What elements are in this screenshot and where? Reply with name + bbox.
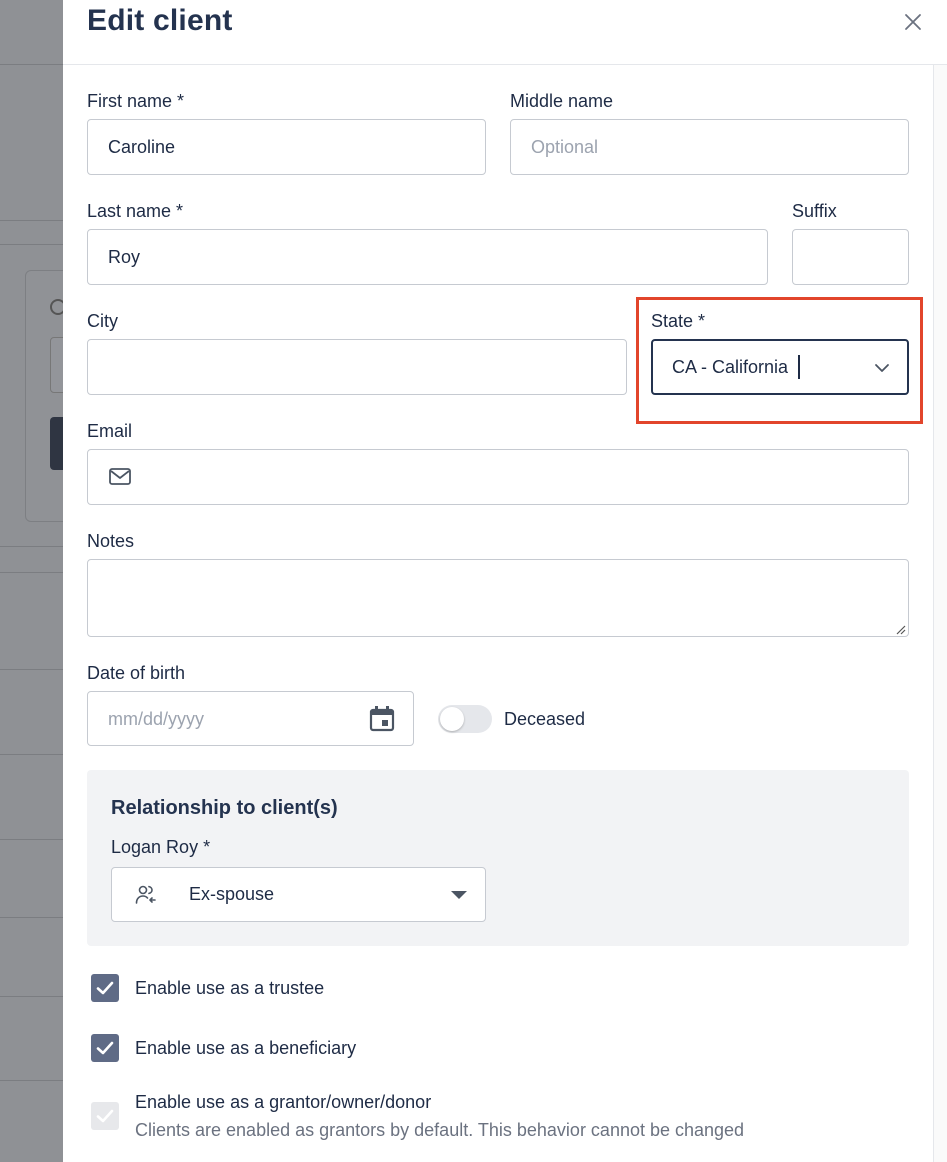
suffix-field[interactable] — [792, 229, 909, 285]
suffix-label: Suffix — [792, 201, 837, 221]
date-of-birth-field[interactable]: mm/dd/yyyy — [87, 691, 414, 746]
relationship-client-label: Logan Roy * — [111, 837, 211, 857]
relationship-value: Ex-spouse — [189, 884, 275, 904]
notes-textarea[interactable] — [87, 559, 909, 637]
background-divider — [0, 996, 63, 997]
close-icon[interactable] — [901, 10, 925, 34]
city-label: City — [87, 311, 118, 331]
middle-name-field[interactable] — [510, 119, 909, 175]
date-placeholder: mm/dd/yyyy — [108, 709, 205, 729]
users-icon — [134, 883, 158, 907]
background-divider — [0, 839, 63, 840]
email-field[interactable] — [87, 449, 909, 505]
trustee-checkbox[interactable] — [91, 974, 119, 1002]
background-divider — [0, 754, 63, 755]
grantor-checkbox-label: Enable use as a grantor/owner/donor — [135, 1092, 432, 1112]
trustee-checkbox-label[interactable]: Enable use as a trustee — [135, 978, 324, 999]
state-select[interactable]: CA - California — [651, 339, 909, 395]
drawer-title: Edit client — [87, 4, 233, 37]
first-name-label: First name * — [87, 91, 185, 111]
first-name-field[interactable] — [87, 119, 486, 175]
scrollbar[interactable] — [933, 65, 947, 1162]
resize-handle-icon[interactable] — [894, 622, 906, 635]
grantor-help-text: Clients are enabled as grantors by defau… — [135, 1120, 745, 1140]
edit-client-drawer: Edit client First name * Middle name Las… — [63, 0, 947, 1162]
background-divider — [0, 572, 63, 573]
mail-icon — [108, 466, 132, 488]
relationship-title: Relationship to client(s) — [111, 797, 338, 819]
relationship-select[interactable]: Ex-spouse — [111, 867, 486, 922]
state-label: State * — [651, 311, 706, 331]
background-divider — [0, 917, 63, 918]
date-of-birth-label: Date of birth — [87, 663, 186, 683]
background-divider — [0, 1080, 63, 1081]
last-name-field[interactable] — [87, 229, 768, 285]
notes-label: Notes — [87, 531, 135, 551]
background-divider — [0, 244, 63, 245]
calendar-icon[interactable] — [367, 704, 397, 734]
last-name-label: Last name * — [87, 201, 184, 221]
background-divider — [0, 220, 63, 221]
city-field[interactable] — [87, 339, 627, 395]
deceased-toggle[interactable] — [438, 705, 492, 733]
beneficiary-checkbox-label[interactable]: Enable use as a beneficiary — [135, 1038, 356, 1059]
email-label: Email — [87, 421, 133, 441]
drawer-header: Edit client — [63, 0, 947, 65]
background-divider — [0, 546, 63, 547]
dropdown-arrow-icon — [451, 891, 467, 899]
chevron-down-icon — [873, 359, 891, 377]
toggle-knob — [440, 707, 464, 731]
background-divider — [0, 64, 63, 65]
beneficiary-checkbox[interactable] — [91, 1034, 119, 1062]
middle-name-label: Middle name — [510, 91, 614, 111]
state-value: CA - California — [672, 357, 789, 377]
text-cursor — [798, 355, 800, 379]
grantor-checkbox — [91, 1102, 119, 1130]
background-divider — [0, 669, 63, 670]
relationship-panel: Relationship to client(s) Logan Roy * Ex… — [87, 770, 909, 946]
deceased-label: Deceased — [504, 709, 586, 729]
